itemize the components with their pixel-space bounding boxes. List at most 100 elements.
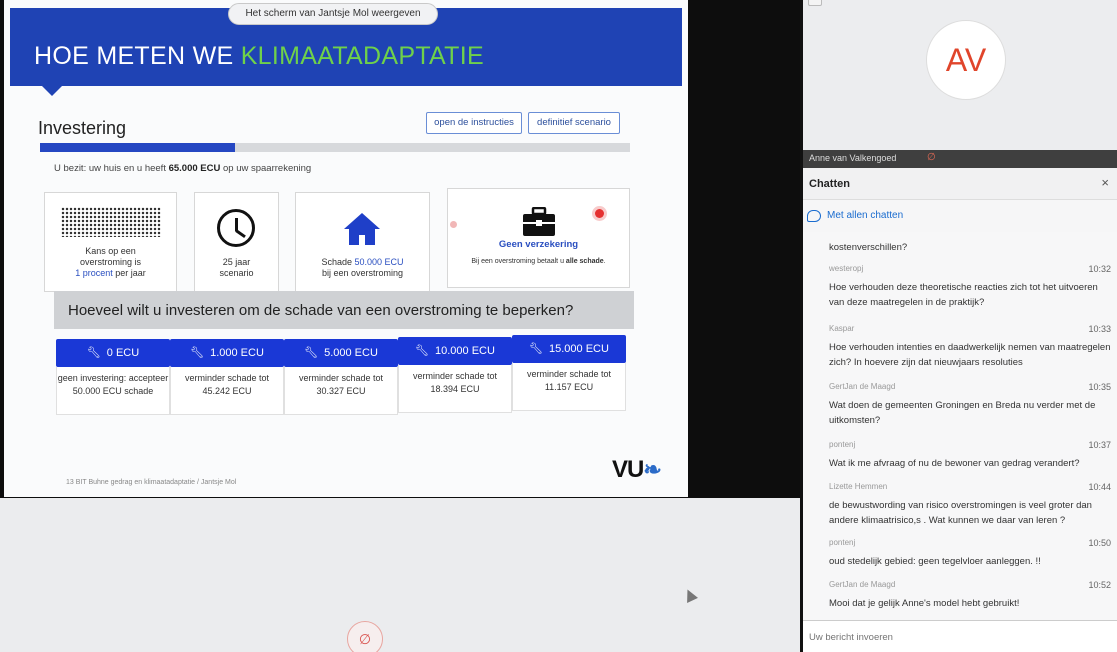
title-text: HOE METEN WE xyxy=(34,42,241,70)
years-line1: 25 jaar xyxy=(222,257,251,267)
risk-line2: overstroming is xyxy=(79,257,142,267)
title-accent-text: KLIMAATADAPTATIE xyxy=(240,42,484,70)
chat-bubble-icon xyxy=(807,210,821,222)
message-sender: pontenj xyxy=(829,538,856,547)
message-text: Wat ik me afvraag of nu de bewoner van g… xyxy=(829,458,1080,469)
option-label: 0 ECU xyxy=(106,347,140,359)
message-meta: westeropj 10:32 xyxy=(829,264,1111,276)
message-text: Mooi dat je gelijk Anne's model hebt geb… xyxy=(829,598,1020,609)
chat-input-bar xyxy=(803,620,1117,652)
mic-muted-icon[interactable]: ∅ xyxy=(347,621,383,652)
chat-message: GertJan de Maagd 10:52 Mooi dat je gelijk… xyxy=(829,580,1111,611)
logo-text: VU xyxy=(612,456,644,483)
shared-screen: HOE METEN WE KLIMAATADAPTATIE Investerin… xyxy=(0,0,800,498)
tile-corner-icon xyxy=(808,0,822,6)
option-15000: 🔧︎ 15.000 ECU verminder schade tot 11.157… xyxy=(512,335,626,411)
insurance-card: Geen verzekering Bij een overstroming be… xyxy=(447,188,630,288)
close-icon[interactable]: × xyxy=(1101,175,1109,190)
message-time: 10:52 xyxy=(1088,580,1111,590)
avatar: AV xyxy=(926,20,1006,100)
message-meta: pontenj 10:37 xyxy=(829,440,1111,452)
damage-card: Schade 50.000 ECU bij een overstroming xyxy=(295,192,430,292)
wrench-icon: 🔧︎ xyxy=(86,347,101,359)
risk-period: per jaar xyxy=(112,268,146,278)
message-time: 10:37 xyxy=(1088,440,1111,450)
years-line2: scenario xyxy=(219,268,254,278)
chat-message: westeropj 10:32 Hoe verhouden deze theore… xyxy=(829,264,1111,310)
message-meta: Lizette Hemmen 10:44 xyxy=(829,482,1111,494)
red-marker-icon xyxy=(595,209,604,218)
meeting-background xyxy=(0,498,800,652)
wrench-icon: 🔧︎ xyxy=(415,345,430,357)
message-text: kostenverschillen? xyxy=(829,242,908,253)
invest-10000-button[interactable]: 🔧︎ 10.000 ECU xyxy=(398,337,512,365)
probability-dots-icon xyxy=(61,207,161,237)
message-meta: Kaspar 10:33 xyxy=(829,324,1111,336)
years-card: 25 jaar scenario xyxy=(194,192,279,292)
invest-0-button[interactable]: 🔧︎ 0 ECU xyxy=(56,339,170,367)
assets-text: U bezit: uw huis en u heeft 65.000 ECU o… xyxy=(54,163,311,174)
option-label: 10.000 ECU xyxy=(435,345,495,357)
risk-caption: Kans op een overstroming is 1 procent pe… xyxy=(49,246,172,279)
question-bar: Hoeveel wilt u investeren om de schade v… xyxy=(54,291,634,329)
slide-footer: 13 BIT Buhne gedrag en klimaatadaptatie … xyxy=(66,479,237,486)
chat-message: GertJan de Maagd 10:35 Wat doen de gemeen… xyxy=(829,382,1111,428)
message-sender: westeropj xyxy=(829,264,864,273)
message-meta: pontenj 10:50 xyxy=(829,538,1111,550)
message-time: 10:50 xyxy=(1088,538,1111,548)
damage-amount: 50.000 ECU xyxy=(354,257,404,267)
chat-message: Kaspar 10:33 Hoe verhouden intenties en d… xyxy=(829,324,1111,370)
insurance-line: Bij een overstroming betaalt u alle scha… xyxy=(452,256,625,267)
option-10000: 🔧︎ 10.000 ECU verminder schade tot 18.394… xyxy=(398,337,512,413)
chat-message: Lizette Hemmen 10:44 de bewustwording van… xyxy=(829,482,1111,528)
chat-message-input[interactable] xyxy=(809,628,1105,646)
damage-caption: Schade 50.000 ECU bij een overstroming xyxy=(300,257,425,279)
investment-question: Hoeveel wilt u investeren om de schade v… xyxy=(68,302,574,319)
message-sender: Lizette Hemmen xyxy=(829,482,888,491)
faint-marker-icon xyxy=(450,221,457,228)
assets-suffix: op uw spaarrekening xyxy=(220,163,312,174)
insurance-title: Geen verzekering xyxy=(498,239,579,250)
message-sender: GertJan de Maagd xyxy=(829,382,896,391)
risk-percent: 1 procent xyxy=(75,268,113,278)
chat-header: Chatten × xyxy=(803,168,1117,200)
participant-name: Anne van Valkengoed xyxy=(809,153,897,163)
damage-line2: bij een overstroming xyxy=(321,268,404,278)
message-text: Hoe verhouden intenties en daadwerkelijk… xyxy=(829,342,1111,368)
invest-5000-button[interactable]: 🔧︎ 5.000 ECU xyxy=(284,339,398,367)
years-caption: 25 jaar scenario xyxy=(199,257,274,279)
progress-fill xyxy=(40,143,235,152)
message-meta: GertJan de Maagd 10:35 xyxy=(829,382,1111,394)
wrench-icon: 🔧︎ xyxy=(190,347,205,359)
invest-1000-button[interactable]: 🔧︎ 1.000 ECU xyxy=(170,339,284,367)
risk-line3: 1 procent per jaar xyxy=(49,268,172,279)
insurance-suffix: . xyxy=(603,258,606,265)
presentation-slide: HOE METEN WE KLIMAATADAPTATIE Investerin… xyxy=(4,0,688,497)
briefcase-icon xyxy=(523,207,555,236)
final-scenario-button[interactable]: definitief scenario xyxy=(528,112,620,134)
option-label: 5.000 ECU xyxy=(324,347,378,359)
house-icon xyxy=(344,213,380,245)
video-name-bar: Anne van Valkengoed ∅ xyxy=(803,150,1117,168)
option-description: verminder schade tot 11.157 ECU xyxy=(512,363,626,411)
invest-15000-button[interactable]: 🔧︎ 15.000 ECU xyxy=(512,335,626,363)
open-instructions-button[interactable]: open de instructies xyxy=(426,112,522,134)
damage-line1: Schade 50.000 ECU xyxy=(300,257,425,268)
banner-pointer xyxy=(42,86,62,96)
message-text: oud stedelijk gebied: geen tegelvloer aa… xyxy=(829,556,1041,567)
section-heading: Investering xyxy=(38,118,127,138)
option-description: verminder schade tot 30.327 ECU xyxy=(284,367,398,415)
assets-prefix: U bezit: uw huis en u heeft xyxy=(54,163,169,174)
option-0: 🔧︎ 0 ECU geen investering: accepteer 50.0… xyxy=(56,339,170,415)
assets-amount: 65.000 ECU xyxy=(168,163,221,174)
insurance-caption: Geen verzekering Bij een overstroming be… xyxy=(452,239,625,267)
message-time: 10:44 xyxy=(1088,482,1111,492)
participant-video-tile[interactable]: AV Anne van Valkengoed ∅ xyxy=(803,0,1117,168)
message-sender: GertJan de Maagd xyxy=(829,580,896,589)
message-text: Hoe verhouden deze theoretische reacties… xyxy=(829,282,1098,308)
chat-recipient-selector[interactable]: Met allen chatten xyxy=(803,200,1117,232)
wrench-icon: 🔧︎ xyxy=(304,347,319,359)
chat-title: Chatten xyxy=(809,178,850,190)
clock-icon xyxy=(217,209,255,247)
chat-message-list[interactable]: kostenverschillen? westeropj 10:32 Hoe ve… xyxy=(803,232,1117,620)
